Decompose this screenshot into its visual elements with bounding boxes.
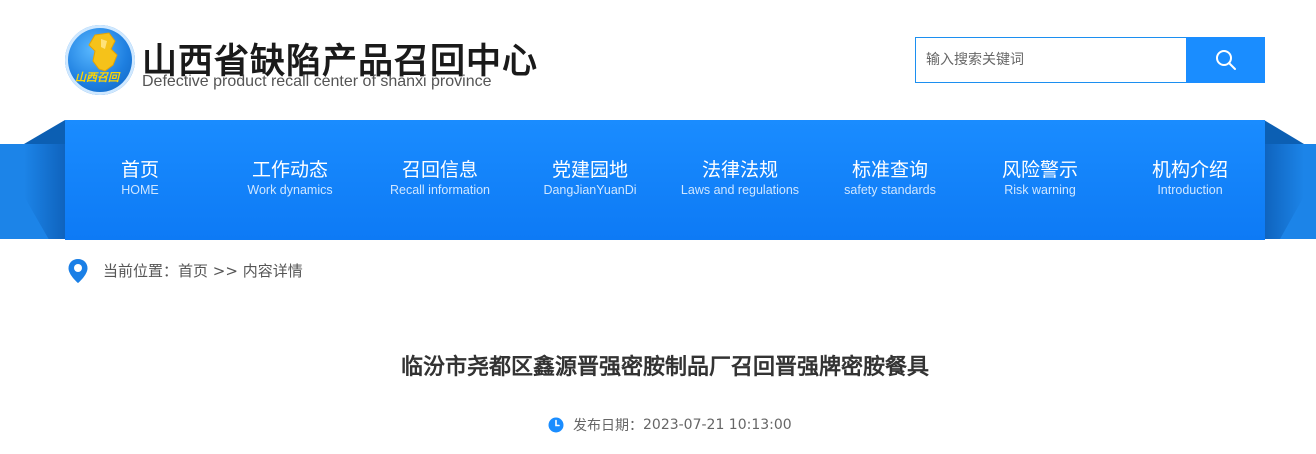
breadcrumb-home-link[interactable]: 首页 [178,262,208,280]
site-logo[interactable]: 山西召回 [65,25,135,95]
search-button[interactable] [1186,37,1265,83]
breadcrumb-separator: >> [208,262,243,280]
nav-item-standards[interactable]: 标准查询 safety standards [815,120,965,240]
clock-icon [548,417,564,433]
nav-fold-right [1264,120,1304,144]
nav-label: 标准查询 [851,159,928,181]
article-title: 临汾市尧都区鑫源晋强密胺制品厂召回晋强牌密胺餐具 [400,355,929,380]
nav-item-recall-information[interactable]: 召回信息 Recall information [365,120,515,240]
nav-sublabel: Introduction [1157,183,1223,197]
nav-label: 党建园地 [551,159,628,181]
nav-sublabel: Work dynamics [247,183,333,197]
nav-label: 风险警示 [1001,159,1078,181]
nav-sublabel: safety standards [844,183,936,197]
logo-text: 山西召回 [75,71,119,84]
nav-sublabel: DangJianYuanDi [543,183,637,197]
search-box [915,37,1187,83]
nav-fold-left [24,120,65,144]
main-nav: 首页 HOME 工作动态 Work dynamics 召回信息 Recall i… [65,120,1265,240]
nav-item-work-dynamics[interactable]: 工作动态 Work dynamics [215,120,365,240]
location-pin-icon [68,259,88,283]
nav-label: 机构介绍 [1151,159,1228,181]
nav-item-risk-warning[interactable]: 风险警示 Risk warning [965,120,1115,240]
search-input[interactable] [916,38,1187,82]
nav-item-introduction[interactable]: 机构介绍 Introduction [1115,120,1265,240]
nav-item-dangjian[interactable]: 党建园地 DangJianYuanDi [515,120,665,240]
site-subtitle: Defective product recall center of shanx… [142,73,492,90]
search-icon [1215,50,1236,70]
breadcrumb-current: 内容详情 [242,262,303,280]
breadcrumb: 当前位置：首页 >> 内容详情 [103,260,303,281]
breadcrumb-prefix: 当前位置： [103,262,179,280]
publish-label: 发布日期： [573,418,643,434]
nav-sublabel: Laws and regulations [680,183,800,197]
publish-date: 2023-07-21 10:13:00 [643,417,792,433]
nav-sublabel: Risk warning [1004,183,1076,197]
nav-sublabel: Recall information [389,183,491,197]
nav-sublabel: HOME [121,183,159,197]
nav-label: 法律法规 [701,159,778,181]
nav-item-laws[interactable]: 法律法规 Laws and regulations [665,120,815,240]
nav-label: 工作动态 [251,159,328,181]
publish-info: 发布日期： 2023-07-21 10:13:00 [548,415,792,435]
nav-item-home[interactable]: 首页 HOME [65,120,215,240]
nav-label: 首页 [120,159,159,181]
nav-label: 召回信息 [401,159,478,181]
